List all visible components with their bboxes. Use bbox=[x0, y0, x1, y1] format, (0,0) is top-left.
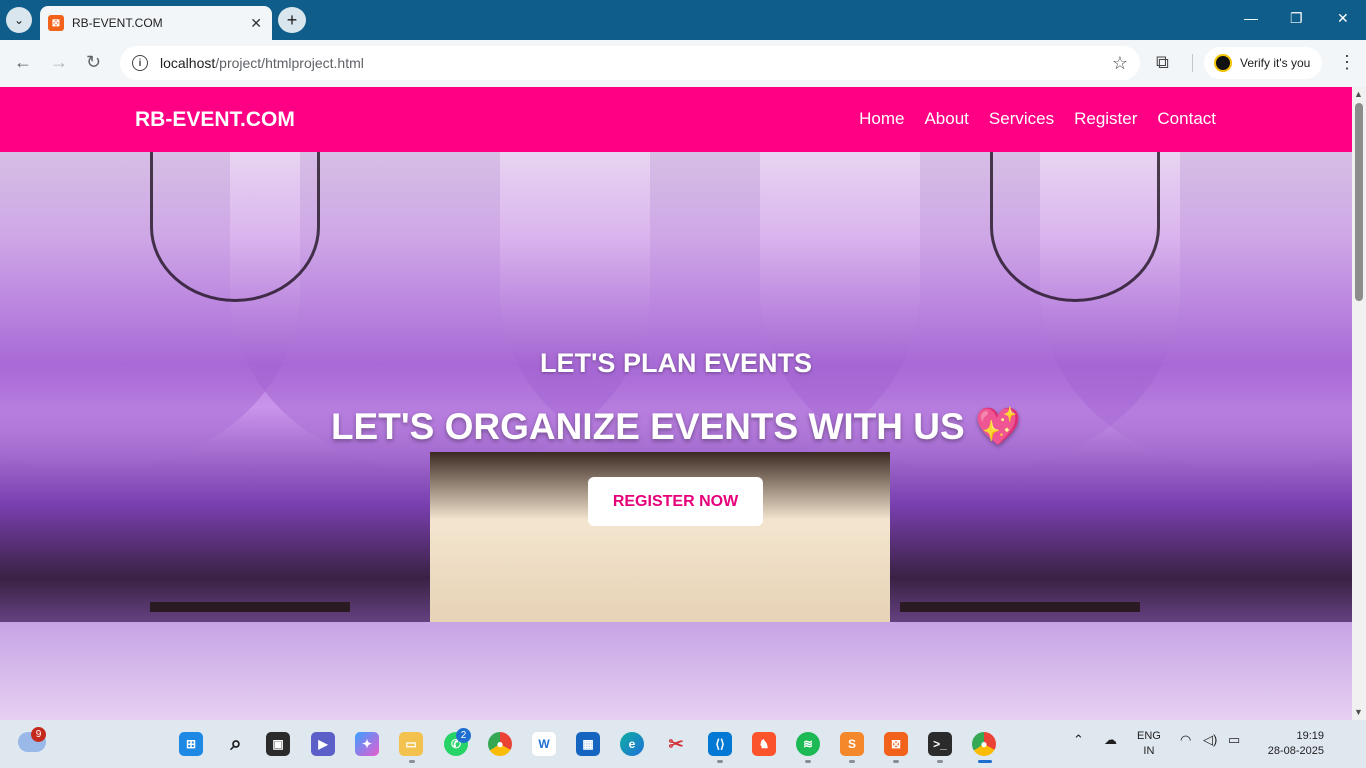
browser-title-bar: ⌄ ⊠ RB-EVENT.COM ✕ + — ❐ ✕ bbox=[0, 0, 1366, 40]
microsoft-store-icon[interactable]: ▦ bbox=[576, 732, 600, 756]
sparkling-heart-icon: 💖 bbox=[974, 406, 1022, 447]
scrollbar-thumb[interactable] bbox=[1355, 103, 1363, 301]
copilot-icon[interactable]: ✦ bbox=[355, 732, 379, 756]
minimize-icon[interactable]: — bbox=[1244, 10, 1258, 26]
close-tab-icon[interactable]: ✕ bbox=[250, 15, 262, 32]
browser-tab-active[interactable]: ⊠ RB-EVENT.COM ✕ bbox=[40, 6, 272, 40]
onedrive-error-icon[interactable]: ☁ bbox=[1104, 732, 1117, 748]
chandelier-shape bbox=[990, 152, 1160, 302]
show-hidden-icons-chevron-icon[interactable]: ⌃ bbox=[1073, 732, 1084, 748]
search-icon[interactable]: ⌕ bbox=[224, 732, 248, 756]
verify-label: Verify it's you bbox=[1240, 56, 1311, 70]
chandelier-shape bbox=[150, 152, 320, 302]
xampp-favicon-icon: ⊠ bbox=[48, 15, 64, 31]
running-indicator bbox=[409, 760, 415, 763]
chevron-down-icon: ⌄ bbox=[13, 13, 25, 27]
brave-icon[interactable]: ♞ bbox=[752, 732, 776, 756]
nav-link-register[interactable]: Register bbox=[1074, 109, 1137, 129]
running-indicator bbox=[849, 760, 855, 763]
chrome-profile-icon[interactable]: ● bbox=[972, 732, 996, 756]
battery-icon[interactable]: ▭ bbox=[1228, 732, 1240, 748]
scroll-down-icon[interactable]: ▼ bbox=[1354, 707, 1363, 717]
url-text[interactable]: localhost/project/htmlproject.html bbox=[160, 55, 1112, 71]
url-path: /project/htmlproject.html bbox=[215, 55, 364, 71]
browser-toolbar: ← → ↻ i localhost/project/htmlproject.ht… bbox=[0, 40, 1366, 87]
bookmark-star-icon[interactable]: ☆ bbox=[1112, 53, 1128, 74]
hero-title-text: LET'S ORGANIZE EVENTS WITH US bbox=[330, 406, 965, 447]
forward-arrow-icon[interactable]: → bbox=[50, 52, 68, 73]
address-bar[interactable]: i localhost/project/htmlproject.html ☆ bbox=[120, 46, 1140, 80]
url-host: localhost bbox=[160, 55, 216, 71]
hero-section: LET'S PLAN EVENTS LET'S ORGANIZE EVENTS … bbox=[0, 152, 1352, 720]
word-app-icon[interactable]: W bbox=[532, 732, 556, 756]
nav-link-home[interactable]: Home bbox=[859, 109, 904, 129]
nav-link-services[interactable]: Services bbox=[989, 109, 1054, 129]
hero-subtitle: LET'S PLAN EVENTS bbox=[540, 348, 812, 378]
start-menu-icon[interactable]: ⊞ bbox=[179, 732, 203, 756]
toolbar-divider bbox=[1192, 54, 1193, 72]
active-indicator bbox=[978, 760, 992, 763]
clock-time: 19:19 bbox=[1296, 730, 1324, 742]
xampp-icon[interactable]: ⊠ bbox=[884, 732, 908, 756]
site-info-icon[interactable]: i bbox=[132, 55, 148, 71]
site-logo[interactable]: RB-EVENT.COM bbox=[135, 108, 295, 132]
restore-icon[interactable]: ❐ bbox=[1290, 10, 1303, 27]
running-indicator bbox=[937, 760, 943, 763]
chrome-icon[interactable]: ● bbox=[488, 732, 512, 756]
windows-taskbar: 9 ⊞ ⌕ ▣ ▶ ✦ ▭ ✆ 2 ● W ▦ e ✂ ⟨⟩ ♞ ≋ S ⊠ >… bbox=[0, 720, 1366, 768]
sublime-icon[interactable]: S bbox=[840, 732, 864, 756]
close-window-icon[interactable]: ✕ bbox=[1337, 10, 1349, 27]
floor-shape bbox=[0, 622, 1352, 720]
running-indicator bbox=[893, 760, 899, 763]
tab-title: RB-EVENT.COM bbox=[72, 16, 163, 30]
site-navbar: RB-EVENT.COM Home About Services Registe… bbox=[0, 87, 1352, 152]
site-nav-links: Home About Services Register Contact bbox=[859, 109, 1216, 129]
clock-date: 28-08-2025 bbox=[1267, 745, 1324, 757]
edge-icon[interactable]: e bbox=[620, 732, 644, 756]
more-menu-icon[interactable]: ⋮ bbox=[1338, 52, 1356, 73]
profile-verify-button[interactable]: Verify it's you bbox=[1204, 47, 1322, 79]
reload-icon[interactable]: ↻ bbox=[86, 52, 101, 73]
weather-badge: 9 bbox=[31, 727, 46, 742]
file-explorer-icon[interactable]: ▭ bbox=[399, 732, 423, 756]
input-language[interactable]: ENG IN bbox=[1137, 729, 1161, 759]
lang-code: ENG bbox=[1137, 730, 1161, 742]
page-scrollbar[interactable]: ▲ ▼ bbox=[1352, 87, 1366, 720]
task-view-icon[interactable]: ▣ bbox=[266, 732, 290, 756]
spotify-icon[interactable]: ≋ bbox=[796, 732, 820, 756]
new-tab-button[interactable]: + bbox=[278, 7, 306, 33]
snipping-tool-icon[interactable]: ✂ bbox=[664, 732, 688, 756]
page-viewport: RB-EVENT.COM Home About Services Registe… bbox=[0, 87, 1352, 720]
extensions-puzzle-icon[interactable]: ⧉ bbox=[1156, 52, 1169, 73]
table-shape bbox=[150, 602, 350, 612]
back-arrow-icon[interactable]: ← bbox=[14, 52, 32, 73]
whatsapp-badge: 2 bbox=[456, 728, 471, 743]
hero-title: LET'S ORGANIZE EVENTS WITH US 💖 bbox=[0, 406, 1352, 449]
running-indicator bbox=[717, 760, 723, 763]
system-clock[interactable]: 19:19 28-08-2025 bbox=[1258, 729, 1324, 759]
register-now-button[interactable]: REGISTER NOW bbox=[588, 477, 763, 526]
wifi-icon[interactable]: ◠ bbox=[1180, 732, 1191, 748]
lang-region: IN bbox=[1143, 745, 1155, 757]
volume-icon[interactable]: ◁) bbox=[1203, 732, 1217, 748]
table-shape bbox=[900, 602, 1140, 612]
terminal-icon[interactable]: >_ bbox=[928, 732, 952, 756]
tab-search-button[interactable]: ⌄ bbox=[6, 7, 32, 33]
teams-meet-icon[interactable]: ▶ bbox=[311, 732, 335, 756]
nav-link-about[interactable]: About bbox=[924, 109, 968, 129]
vscode-icon[interactable]: ⟨⟩ bbox=[708, 732, 732, 756]
nav-link-contact[interactable]: Contact bbox=[1157, 109, 1216, 129]
running-indicator bbox=[805, 760, 811, 763]
profile-avatar bbox=[1214, 54, 1232, 72]
scroll-up-icon[interactable]: ▲ bbox=[1354, 89, 1363, 99]
